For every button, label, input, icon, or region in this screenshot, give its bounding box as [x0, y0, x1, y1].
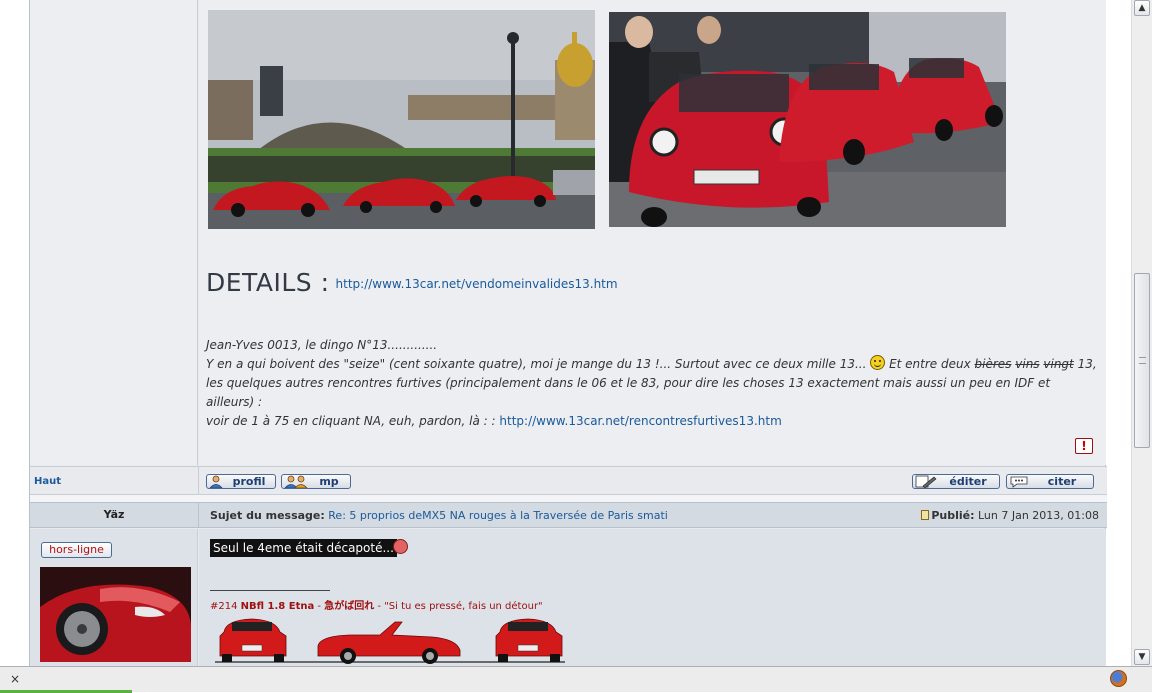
post2-posted: Publié: Lun 7 Jan 2013, 01:08: [921, 509, 1099, 522]
avatar[interactable]: [40, 567, 191, 662]
posted-date: Lun 7 Jan 2013, 01:08: [977, 509, 1099, 522]
strike-word-1: bières: [974, 357, 1012, 371]
pm-button[interactable]: mp: [281, 474, 351, 489]
car-rear-icon-2: [495, 618, 563, 662]
pm-label: mp: [319, 475, 339, 488]
story-line-2c: 13,: [1077, 357, 1097, 371]
quote-label: citer: [1047, 475, 1077, 488]
sig-number: #214: [210, 601, 238, 612]
story-line-4: voir de 1 à 75 en cliquant NA, euh, pard…: [206, 412, 1101, 431]
story-line-2b: Et entre deux: [889, 357, 971, 371]
post1-author-column: [30, 0, 198, 465]
edit-icon: [915, 475, 937, 488]
red-cars-photo: [609, 12, 1006, 227]
users-icon: [284, 475, 308, 488]
post2-header-row: Yäz Sujet du message: Re: 5 proprios deM…: [30, 502, 1107, 528]
report-post-button[interactable]: !: [1075, 438, 1093, 454]
sig-japanese: 急がば回れ: [324, 601, 375, 612]
signature-separator: [210, 590, 330, 591]
sig-dash-1: -: [317, 601, 322, 612]
details-heading-text: DETAILS :: [206, 268, 330, 297]
story-line-4-text: voir de 1 à 75 en cliquant NA, euh, pard…: [206, 414, 496, 428]
post2-author-column: hors-ligne: [30, 529, 198, 666]
profile-label: profil: [232, 475, 266, 488]
car-rear-icon-1: [219, 618, 287, 662]
rolleyes-smiley-icon: [393, 539, 408, 554]
strike-word-2: vins: [1015, 357, 1040, 371]
sig-car: NBfl 1.8 Etna: [240, 601, 315, 612]
post2-message: Seul le 4eme était décapoté...: [210, 539, 397, 557]
scroll-down-arrow-icon[interactable]: ▼: [1134, 649, 1150, 665]
story-line-1: Jean-Yves 0013, le dingo N°13...........…: [206, 338, 438, 352]
sig-dash-2: -: [377, 601, 381, 612]
close-icon[interactable]: ×: [10, 672, 20, 686]
action-row-divider: [198, 467, 199, 496]
subject-link[interactable]: Re: 5 proprios deMX5 NA rouges à la Trav…: [328, 509, 668, 522]
browser-find-bar: ×: [0, 666, 1152, 693]
quote-button[interactable]: citer: [1006, 474, 1094, 489]
subject-label: Sujet du message:: [210, 509, 325, 522]
status-badge: hors-ligne: [41, 542, 112, 558]
story-line-3: les quelques autres rencontres furtives …: [206, 376, 1051, 409]
story-line-2: Y en a qui boivent des "seize" (cent soi…: [206, 355, 1101, 374]
edit-button[interactable]: éditer: [912, 474, 1000, 489]
user-icon: [209, 475, 223, 488]
car-signature-graphic: [215, 618, 565, 664]
firefox-icon: [1110, 670, 1127, 687]
page-viewport: DETAILS : http://www.13car.net/vendomeinv…: [0, 0, 1131, 666]
story-line-2a: Y en a qui boivent des "seize" (cent soi…: [206, 357, 867, 371]
vertical-scrollbar[interactable]: ▲ ▼: [1131, 0, 1152, 666]
grip-icon: [1139, 357, 1146, 364]
header-divider: [198, 503, 199, 527]
post-spacer: [30, 495, 1107, 502]
invalides-photo: [208, 10, 595, 229]
forum-topic: DETAILS : http://www.13car.net/vendomeinv…: [29, 0, 1107, 666]
back-to-top-link[interactable]: Haut: [34, 476, 61, 487]
profile-button[interactable]: profil: [206, 474, 276, 489]
car-side-icon: [317, 621, 461, 664]
details-heading: DETAILS : http://www.13car.net/vendomeinv…: [206, 268, 618, 297]
post1-action-row: Haut profil mp éditer citer: [30, 466, 1107, 496]
edit-label: éditer: [949, 475, 987, 488]
posted-label: Publié:: [931, 509, 975, 522]
strike-word-3: vingt: [1043, 357, 1074, 371]
scrollbar-thumb[interactable]: [1134, 273, 1150, 448]
quote-icon: [1010, 476, 1028, 488]
post-icon: [921, 510, 930, 520]
smiley-icon: [870, 355, 886, 370]
sig-quote: "Si tu es pressé, fais un détour": [384, 601, 543, 612]
post2-author[interactable]: Yäz: [30, 503, 198, 527]
scroll-up-arrow-icon[interactable]: ▲: [1134, 0, 1150, 16]
story-link[interactable]: http://www.13car.net/rencontresfurtives1…: [499, 414, 781, 428]
signature-text: #214 NBfl 1.8 Etna - 急がば回れ - "Si tu es p…: [210, 597, 543, 612]
details-link[interactable]: http://www.13car.net/vendomeinvalides13.…: [336, 277, 618, 291]
post1-story: Jean-Yves 0013, le dingo N°13...........…: [206, 336, 1101, 431]
post2-subject: Sujet du message: Re: 5 proprios deMX5 N…: [210, 509, 668, 522]
